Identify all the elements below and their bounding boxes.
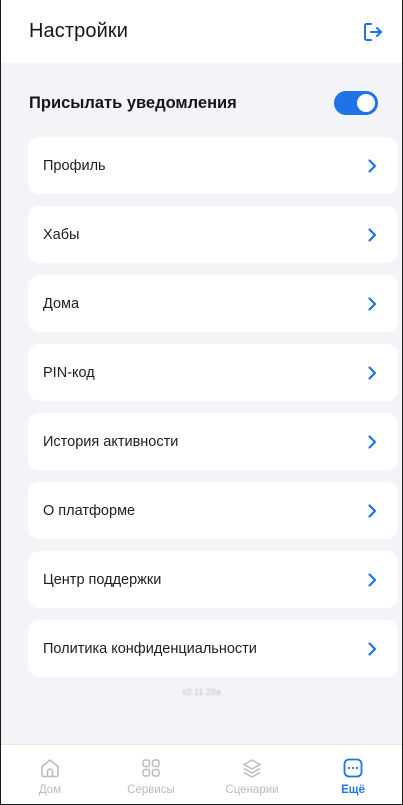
chevron-right-icon <box>366 572 378 588</box>
bottom-tab-bar: Дом Сервисы Сценарии Ещё <box>1 744 402 804</box>
settings-screen: Настройки Присылать уведомления Профиль … <box>0 0 403 805</box>
chevron-right-icon <box>366 503 378 519</box>
menu-item-pin-code[interactable]: PIN-код <box>28 344 398 401</box>
header: Настройки <box>1 0 402 63</box>
menu-item-support-center[interactable]: Центр поддержки <box>28 551 398 608</box>
tab-label: Ещё <box>341 784 365 796</box>
menu-item-label: Профиль <box>43 157 106 174</box>
menu-item-profile[interactable]: Профиль <box>28 137 398 194</box>
logout-button[interactable] <box>360 19 386 45</box>
tab-label: Дом <box>38 784 62 796</box>
chevron-right-icon <box>366 158 378 174</box>
app-version: v2.11.29a <box>182 687 221 697</box>
tab-label: Сервисы <box>127 784 175 796</box>
tab-scenarios[interactable]: Сценарии <box>207 745 297 804</box>
menu-item-hubs[interactable]: Хабы <box>28 206 398 263</box>
chevron-right-icon <box>366 434 378 450</box>
notifications-label: Присылать уведомления <box>29 93 237 112</box>
toggle-knob <box>357 94 375 112</box>
more-icon <box>340 755 366 781</box>
menu-item-label: PIN-код <box>43 364 95 381</box>
tab-home[interactable]: Дом <box>5 745 95 804</box>
menu-item-label: Хабы <box>43 226 80 243</box>
settings-menu: Профиль Хабы Дома PIN-код История активн… <box>28 137 398 689</box>
chevron-right-icon <box>366 365 378 381</box>
tab-services[interactable]: Сервисы <box>106 745 196 804</box>
chevron-right-icon <box>366 641 378 657</box>
notifications-row: Присылать уведомления <box>29 88 378 118</box>
menu-item-label: Дома <box>43 295 80 312</box>
menu-item-label: Центр поддержки <box>43 571 162 588</box>
menu-item-label: О платформе <box>43 502 136 519</box>
logout-icon <box>364 23 382 41</box>
menu-item-activity-history[interactable]: История активности <box>28 413 398 470</box>
page-title: Настройки <box>29 20 128 42</box>
menu-item-homes[interactable]: Дома <box>28 275 398 332</box>
menu-item-privacy-policy[interactable]: Политика конфиденциальности <box>28 620 398 677</box>
menu-item-label: История активности <box>43 433 179 450</box>
notifications-toggle[interactable] <box>334 91 378 115</box>
chevron-right-icon <box>366 296 378 312</box>
layers-icon <box>239 755 265 781</box>
chevron-right-icon <box>366 227 378 243</box>
grid-icon <box>138 755 164 781</box>
menu-item-about-platform[interactable]: О платформе <box>28 482 398 539</box>
tab-more[interactable]: Ещё <box>308 745 398 804</box>
home-icon <box>37 755 63 781</box>
tab-label: Сценарии <box>225 784 279 796</box>
menu-item-label: Политика конфиденциальности <box>43 640 257 657</box>
